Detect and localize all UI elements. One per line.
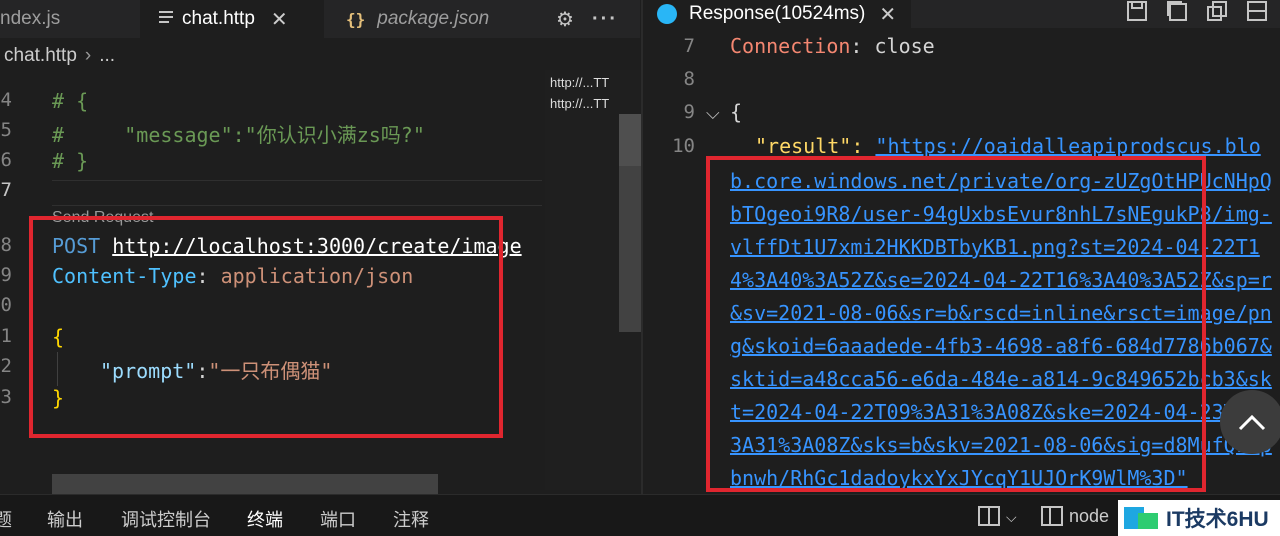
- chevron-up-icon: [1238, 414, 1266, 431]
- highlight-box-response: [706, 156, 1206, 492]
- tab-label: chat.http: [182, 8, 255, 29]
- tab-response[interactable]: Response(10524ms) ✕: [643, 0, 911, 28]
- line-number: 0: [0, 294, 12, 316]
- response-header-line[interactable]: Connection: close: [730, 34, 935, 58]
- header-name: Connection: [730, 34, 851, 58]
- chevron-down-icon[interactable]: ⌵: [706, 103, 720, 124]
- code-line[interactable]: # }: [52, 149, 88, 173]
- breadcrumb-rest[interactable]: ...: [99, 45, 115, 67]
- chevron-right-icon: ›: [84, 45, 92, 66]
- close-icon[interactable]: ✕: [271, 7, 288, 32]
- terminal-layout-icon[interactable]: [1041, 506, 1063, 531]
- horizontal-scrollbar[interactable]: [52, 474, 438, 494]
- line-number: 8: [0, 234, 12, 256]
- tab-chat-http[interactable]: chat.http ✕: [140, 0, 324, 38]
- tab-problems[interactable]: 题: [0, 506, 12, 532]
- response-icon: [657, 4, 677, 24]
- line-number: 9: [0, 264, 12, 286]
- watermark-text: IT技术6HU: [1166, 508, 1269, 531]
- bottom-panel: 题 输出 调试控制台 终端 端口 注释 ⌵ node: [0, 494, 1280, 536]
- watermark: IT技术6HU: [1118, 500, 1280, 536]
- comment-json: "message":"你认识小满zs吗?": [124, 123, 425, 147]
- minimap-line: http://...TT: [550, 96, 610, 111]
- tab-terminal[interactable]: 终端: [247, 506, 283, 532]
- comment-prefix: #: [52, 123, 125, 147]
- tab-comments[interactable]: 注释: [393, 506, 429, 532]
- tab-debug-console[interactable]: 调试控制台: [121, 506, 211, 532]
- current-line-highlight: [52, 180, 542, 206]
- line-number: 3: [0, 386, 12, 408]
- tab-ports[interactable]: 端口: [320, 506, 356, 532]
- line-number: 1: [0, 325, 12, 347]
- line-number: 9: [683, 101, 695, 123]
- save-icon[interactable]: [1126, 0, 1148, 28]
- tab-label: Response(10524ms): [689, 3, 866, 24]
- highlight-box-request: [29, 216, 503, 438]
- breadcrumb-file[interactable]: chat.http: [4, 45, 77, 67]
- scroll-to-top-button[interactable]: [1220, 390, 1280, 454]
- header-value: : close: [850, 34, 935, 58]
- line-number: 4: [0, 89, 12, 111]
- tab-index-js[interactable]: ndex.js: [0, 0, 140, 38]
- split-terminal-icon[interactable]: [978, 506, 1000, 531]
- terminal-name[interactable]: node: [1069, 506, 1109, 527]
- copy-icon[interactable]: [1206, 0, 1228, 28]
- line-number: 10: [672, 135, 695, 157]
- minimap-line: http://...TT: [550, 75, 610, 90]
- result-line[interactable]: "result": "https://oaidalleapiprodscus.b…: [755, 134, 1261, 158]
- json-braces-icon: {}: [346, 9, 366, 29]
- file-lines-icon: [158, 8, 174, 30]
- watermark-logo-icon: [1124, 505, 1160, 531]
- tab-output[interactable]: 输出: [47, 506, 83, 532]
- more-icon[interactable]: ···: [592, 0, 618, 38]
- split-editor-icon[interactable]: [1246, 0, 1268, 28]
- line-number: 2: [0, 355, 12, 377]
- open-brace[interactable]: {: [730, 100, 742, 124]
- result-key: "result":: [755, 134, 876, 158]
- line-number: 5: [0, 119, 12, 141]
- close-icon[interactable]: ✕: [879, 2, 896, 27]
- tab-label: ndex.js: [0, 8, 61, 29]
- line-number: 7: [683, 35, 695, 57]
- code-line[interactable]: # "message":"你认识小满zs吗?": [52, 119, 425, 148]
- line-number: 7: [0, 179, 12, 201]
- code-line[interactable]: # {: [52, 89, 88, 113]
- line-number: 8: [683, 68, 695, 90]
- save-all-icon[interactable]: [1166, 0, 1188, 28]
- tab-label: package.json: [377, 8, 490, 29]
- tab-package-json[interactable]: {} package.json: [328, 0, 528, 38]
- result-url[interactable]: "https://oaidalleapiprodscus.blo: [875, 134, 1260, 158]
- scrollbar-slider[interactable]: [619, 114, 641, 166]
- breadcrumb: chat.http › ...: [0, 38, 640, 74]
- line-number: 6: [0, 149, 12, 171]
- chevron-down-icon[interactable]: ⌵: [1006, 509, 1017, 526]
- gear-icon[interactable]: ⚙: [556, 0, 574, 38]
